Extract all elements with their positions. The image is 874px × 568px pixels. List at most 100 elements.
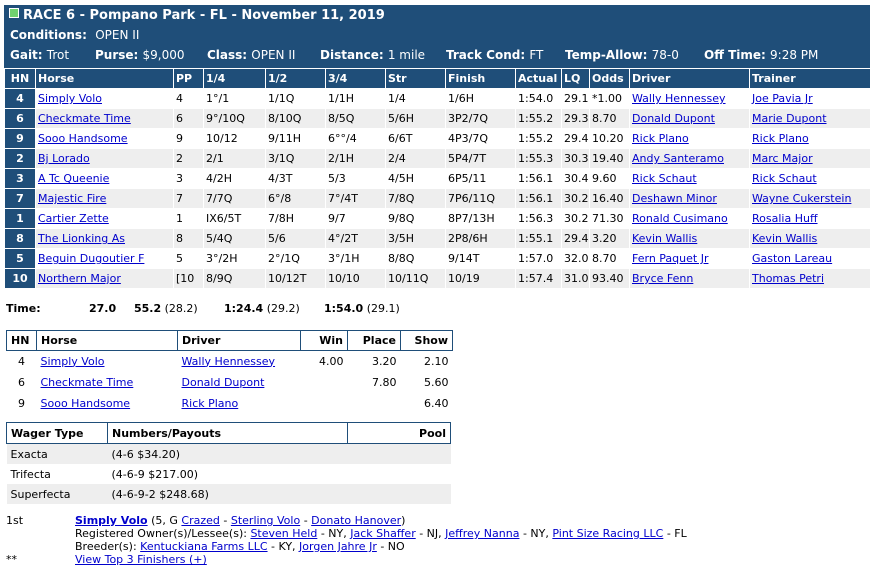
trainer-link[interactable]: Rosalia Huff — [752, 212, 818, 225]
stretch-call: 1/4 — [385, 88, 446, 109]
driver-link[interactable]: Donald Dupont — [182, 376, 265, 389]
horse-cell: Simply Volo — [35, 88, 174, 109]
dam-link[interactable]: Sterling Volo — [231, 514, 300, 527]
trainer-link[interactable]: Rick Plano — [752, 132, 809, 145]
horse-link[interactable]: Cartier Zette — [38, 212, 109, 225]
col-actual[interactable]: Actual — [515, 68, 562, 89]
three-quarter-call: 7°/4T — [325, 188, 386, 209]
wager-type: Superfecta — [6, 484, 108, 504]
col-trainer[interactable]: Trainer — [749, 68, 871, 89]
breeder-link[interactable]: Kentuckiana Farms LLC — [140, 540, 267, 553]
result-row: 8 The Lionking As 8 5/4Q 5/6 4°/2T 3/5H 2P8/6H 1… — [4, 228, 871, 249]
horse-cell: A Tc Queenie — [35, 168, 174, 189]
horse-link[interactable]: Northern Major — [38, 272, 121, 285]
horse-link[interactable]: Sooo Handsome — [41, 397, 131, 410]
horse-link[interactable]: Sooo Handsome — [38, 132, 128, 145]
driver-link[interactable]: Deshawn Minor — [632, 192, 717, 205]
post-position: 1 — [173, 208, 204, 229]
driver-link[interactable]: Ronald Cusimano — [632, 212, 728, 225]
trainer-link[interactable]: Rick Schaut — [752, 172, 817, 185]
half-call: 1/1Q — [265, 88, 326, 109]
trainer-cell: Joe Pavia Jr — [749, 88, 871, 109]
show-payout: 2.10 — [400, 350, 453, 372]
driver-link[interactable]: Kevin Wallis — [632, 232, 697, 245]
post-position: 9 — [173, 128, 204, 149]
col-finish[interactable]: Finish — [445, 68, 516, 89]
horse-number: 9 — [6, 392, 37, 414]
driver-link[interactable]: Wally Hennessey — [632, 92, 726, 105]
pay-col-horse: Horse — [36, 330, 178, 351]
driver-link[interactable]: Andy Santeramo — [632, 152, 724, 165]
col-half[interactable]: 1/2 — [265, 68, 326, 89]
time-half-split: (28.2) — [164, 302, 198, 315]
driver-link[interactable]: Donald Dupont — [632, 112, 715, 125]
wager-payout: (4-6-9-2 $248.68) — [107, 484, 348, 504]
post-position: 6 — [173, 108, 204, 129]
actual-time: 1:57.0 — [515, 248, 562, 269]
horse-link[interactable]: Majestic Fire — [38, 192, 106, 205]
col-three-quarter[interactable]: 3/4 — [325, 68, 386, 89]
owner-location: - FL — [663, 527, 687, 540]
actual-time: 1:55.2 — [515, 128, 562, 149]
owner-link[interactable]: Jack Shaffer — [350, 527, 415, 540]
trainer-cell: Marc Major — [749, 148, 871, 169]
col-horse[interactable]: Horse — [35, 68, 174, 89]
horse-number: 9 — [4, 128, 36, 149]
trainer-link[interactable]: Marc Major — [752, 152, 813, 165]
horse-link[interactable]: A Tc Queenie — [38, 172, 109, 185]
result-row: 5 Beguin Dugoutier F 5 3°/2H 2°/1Q 3°/1H 8/8Q 9… — [4, 248, 871, 269]
trainer-link[interactable]: Kevin Wallis — [752, 232, 817, 245]
stretch-call: 10/11Q — [385, 268, 446, 289]
col-odds[interactable]: Odds — [589, 68, 630, 89]
show-payout: 5.60 — [400, 371, 453, 393]
three-quarter-call: 4°/2T — [325, 228, 386, 249]
sire-link[interactable]: Crazed — [181, 514, 219, 527]
view-top3-link[interactable]: View Top 3 Finishers (+) — [75, 553, 207, 566]
driver-link[interactable]: Bryce Fenn — [632, 272, 693, 285]
driver-cell: Donald Dupont — [629, 108, 750, 129]
driver-link[interactable]: Rick Schaut — [632, 172, 697, 185]
driver-link[interactable]: Rick Plano — [182, 397, 239, 410]
finish-call: 4P3/7Q — [445, 128, 516, 149]
trainer-link[interactable]: Joe Pavia Jr — [752, 92, 813, 105]
post-position: 8 — [173, 228, 204, 249]
finish-call: 8P7/13H — [445, 208, 516, 229]
col-stretch[interactable]: Str — [385, 68, 446, 89]
owner-link[interactable]: Steven Held — [250, 527, 317, 540]
breeder-link[interactable]: Jorgen Jahre Jr — [299, 540, 377, 553]
finish-call: 9/14T — [445, 248, 516, 269]
quarter-call: IX6/5T — [203, 208, 266, 229]
owner-link[interactable]: Jeffrey Nanna — [445, 527, 519, 540]
driver-link[interactable]: Fern Paquet Jr — [632, 252, 708, 265]
col-driver[interactable]: Driver — [629, 68, 750, 89]
horse-link[interactable]: Checkmate Time — [41, 376, 134, 389]
trainer-link[interactable]: Thomas Petri — [752, 272, 824, 285]
trainer-link[interactable]: Gaston Lareau — [752, 252, 832, 265]
stretch-call: 4/5H — [385, 168, 446, 189]
payout-row: 6 Checkmate Time Donald Dupont 7.80 5.60 — [6, 371, 453, 393]
quarter-call: 10/12 — [203, 128, 266, 149]
horse-link[interactable]: The Lionking As — [38, 232, 125, 245]
quarter-call: 8/9Q — [203, 268, 266, 289]
owner-link[interactable]: Pint Size Racing LLC — [552, 527, 663, 540]
horse-link[interactable]: Simply Volo — [41, 355, 105, 368]
damsire-link[interactable]: Donato Hanover — [311, 514, 401, 527]
horse-link[interactable]: Simply Volo — [38, 92, 102, 105]
odds: 71.30 — [589, 208, 630, 229]
actual-time: 1:57.4 — [515, 268, 562, 289]
horse-link[interactable]: Beguin Dugoutier F — [38, 252, 144, 265]
post-position: 2 — [173, 148, 204, 169]
col-lq[interactable]: LQ — [561, 68, 590, 89]
result-row: 1 Cartier Zette 1 IX6/5T 7/8H 9/7 9/8Q 8P7/13H 1… — [4, 208, 871, 229]
winner-horse-link[interactable]: Simply Volo — [75, 514, 148, 527]
col-quarter[interactable]: 1/4 — [203, 68, 266, 89]
driver-link[interactable]: Wally Hennessey — [182, 355, 276, 368]
trainer-link[interactable]: Marie Dupont — [752, 112, 827, 125]
col-pp[interactable]: PP — [173, 68, 204, 89]
col-hn[interactable]: HN — [4, 68, 36, 89]
horse-link[interactable]: Checkmate Time — [38, 112, 131, 125]
horse-link[interactable]: Bj Lorado — [38, 152, 90, 165]
driver-link[interactable]: Rick Plano — [632, 132, 689, 145]
trainer-cell: Rick Plano — [749, 128, 871, 149]
trainer-link[interactable]: Wayne Cukerstein — [752, 192, 851, 205]
